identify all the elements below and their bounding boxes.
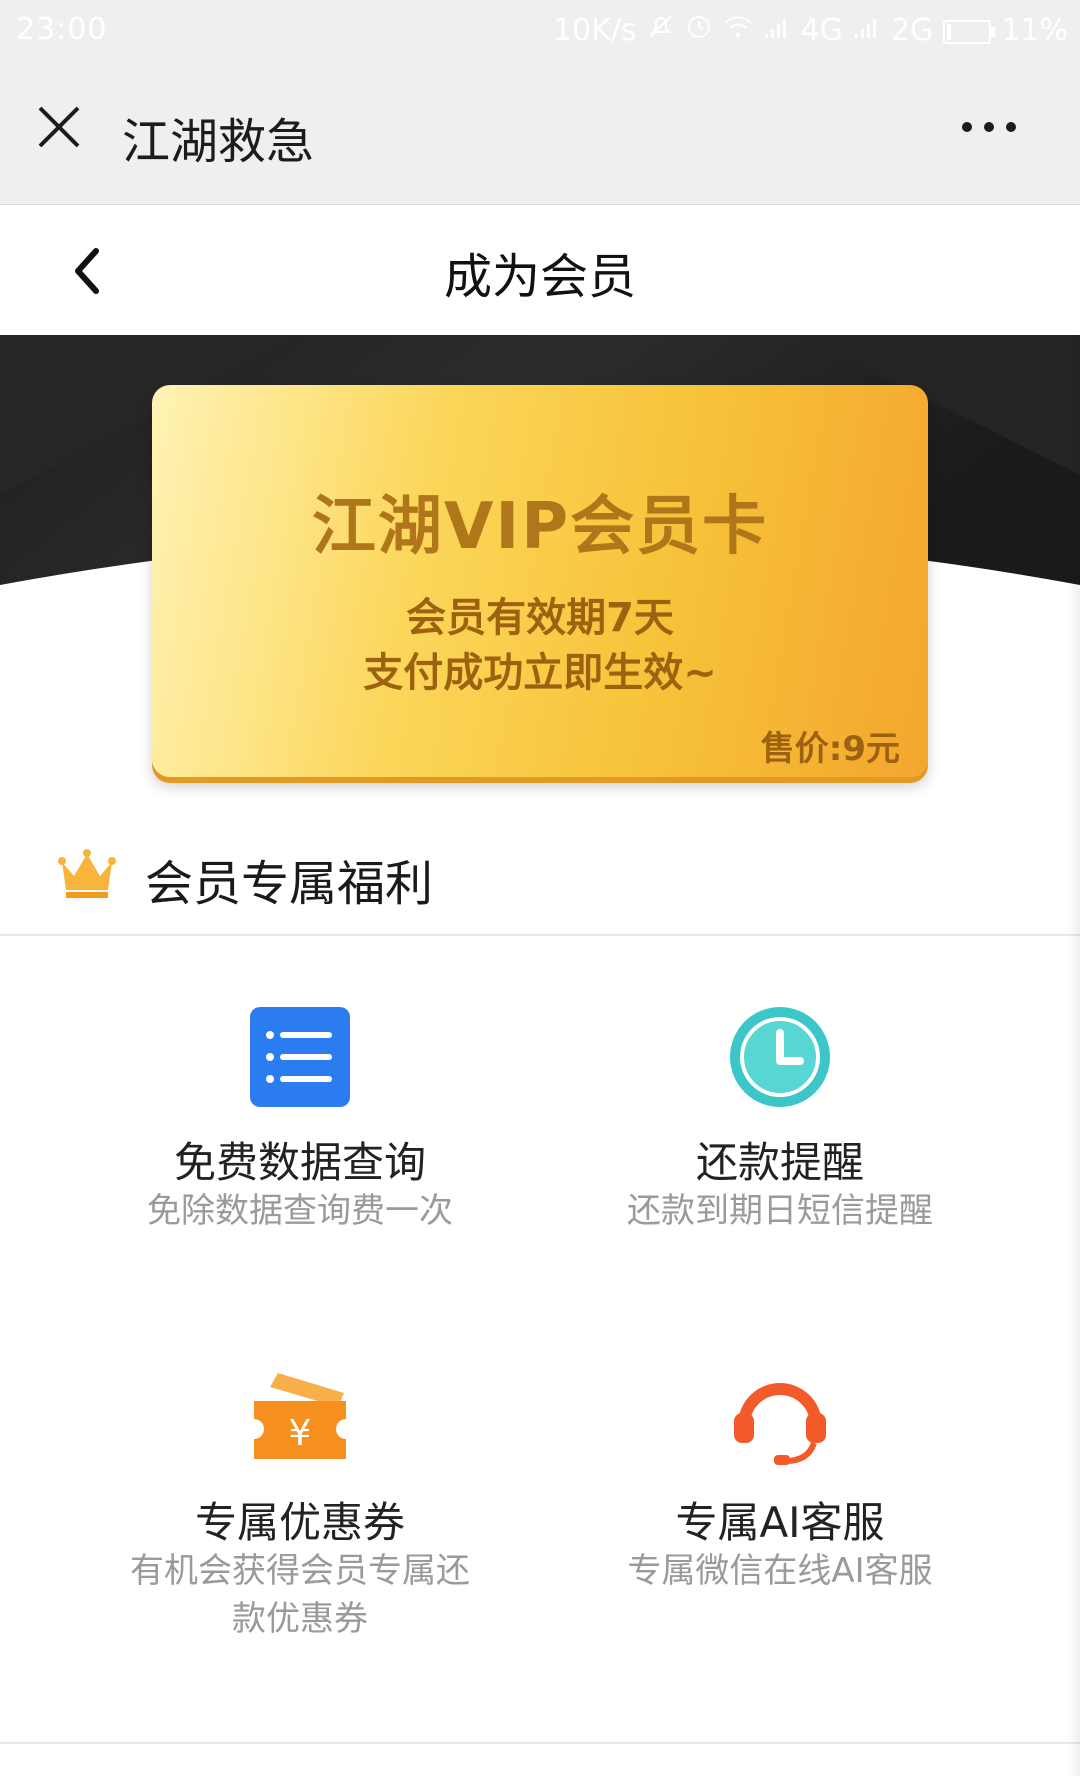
signal-icon-2 (853, 13, 881, 48)
network-type-1: 4G (800, 12, 843, 48)
mute-icon (647, 12, 675, 48)
more-icon[interactable] (962, 112, 1032, 142)
benefit-desc: 有机会获得会员专属还款优惠券 (130, 1551, 470, 1639)
benefit-coupon[interactable]: ¥ 专属优惠券 有机会获得会员专属还款优惠券 (30, 1365, 570, 1665)
vip-card-title: 江湖VIP会员卡 (311, 490, 769, 564)
app-title-bar: 江湖救急 (0, 62, 1080, 205)
status-time: 23:00 (16, 12, 108, 47)
benefit-title: 还款提醒 (695, 1138, 864, 1187)
benefit-desc: 还款到期日短信提醒 (627, 1191, 933, 1231)
section-title: 会员专属福利 (145, 856, 434, 912)
alarm-icon (685, 12, 713, 48)
edge-shadow (1066, 335, 1080, 1776)
divider (0, 1742, 1080, 1744)
vip-card[interactable]: 江湖VIP会员卡 会员有效期7天 支付成功立即生效~ 售价:9元 (152, 385, 928, 777)
battery-icon (943, 20, 996, 44)
network-type-2: 2G (890, 12, 934, 48)
clock-icon (728, 1005, 832, 1109)
status-icons: 10K/s 4G 2G 11% (553, 12, 1068, 48)
page-title: 成为会员 (443, 249, 636, 305)
benefit-desc: 专属微信在线AI客服 (627, 1551, 933, 1591)
benefit-ai-service[interactable]: 专属AI客服 专属微信在线AI客服 (510, 1365, 1050, 1665)
benefit-title: 专属优惠券 (194, 1498, 405, 1547)
status-bar: 23:00 10K/s 4G 2G 11% (0, 0, 1080, 62)
benefit-desc: 免除数据查询费一次 (147, 1191, 453, 1231)
benefit-repay-reminder[interactable]: 还款提醒 还款到期日短信提醒 (510, 1005, 1050, 1231)
battery-percent: 11% (1001, 12, 1068, 48)
benefit-title: 专属AI客服 (675, 1498, 885, 1547)
vip-price: 售价:9元 (760, 729, 900, 769)
net-speed: 10K/s (553, 12, 637, 48)
svg-text:¥: ¥ (289, 1413, 312, 1454)
headset-icon (728, 1365, 832, 1469)
app-title: 江湖救急 (122, 114, 315, 170)
vip-validity-text: 会员有效期7天 (406, 595, 674, 641)
benefit-title: 免费数据查询 (173, 1138, 426, 1187)
signal-icon (763, 13, 791, 48)
crown-icon (58, 848, 116, 900)
battery-fill (947, 24, 952, 40)
list-icon (248, 1005, 352, 1109)
wifi-icon (723, 13, 753, 48)
vip-activation-text: 支付成功立即生效~ (363, 650, 717, 696)
page-header: 成为会员 (0, 205, 1080, 335)
benefit-free-query[interactable]: 免费数据查询 免除数据查询费一次 (30, 1005, 570, 1231)
close-icon[interactable] (32, 100, 86, 154)
vip-hero: 江湖VIP会员卡 会员有效期7天 支付成功立即生效~ 售价:9元 (0, 335, 1080, 805)
coupon-icon: ¥ (248, 1365, 352, 1469)
benefits-header: 会员专属福利 (0, 820, 1080, 936)
